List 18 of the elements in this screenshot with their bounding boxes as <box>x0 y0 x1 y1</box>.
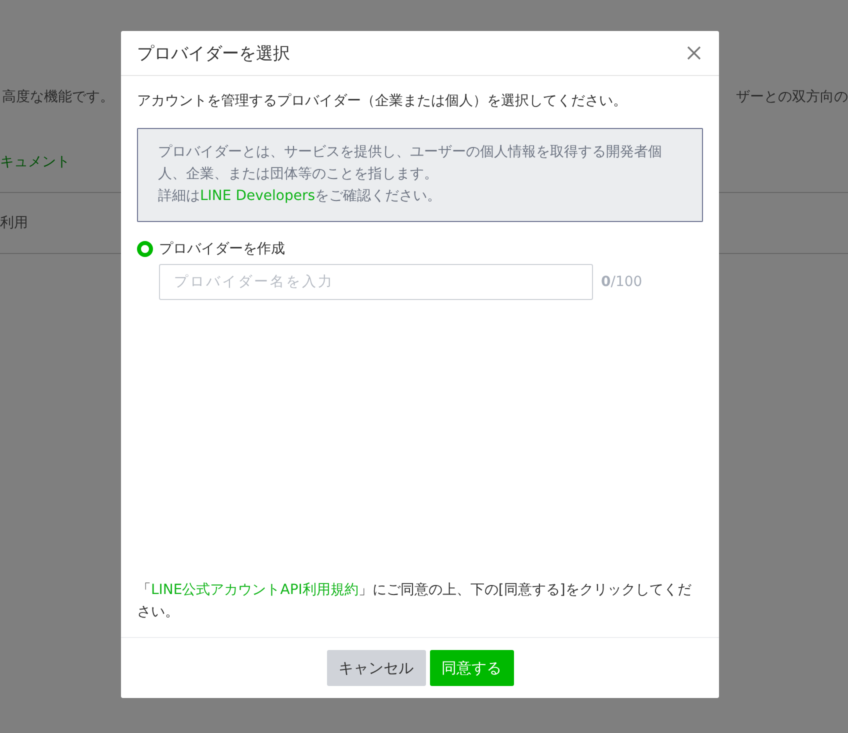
cancel-button[interactable]: キャンセル <box>326 650 426 686</box>
radio-label: プロバイダーを作成 <box>159 240 285 258</box>
info-detail-text: 詳細はLINE Developersをご確認ください。 <box>158 187 442 206</box>
background-link[interactable]: キュメント <box>0 153 70 171</box>
instruction-text: アカウントを管理するプロバイダー（企業または個人）を選択してください。 <box>137 92 628 110</box>
info-text: プロバイダーとは、サービスを提供し、ユーザーの個人情報を取得する開発者個人、企業、または団体等のことを指します。 <box>158 143 663 184</box>
agree-button[interactable]: 同意する <box>430 650 514 686</box>
terms-text: 「LINE公式アカウントAPI利用規約」にご同意の上、下の[同意する]をクリックしてください。 <box>137 581 692 622</box>
terms-link[interactable]: LINE公式アカウントAPI利用規約 <box>151 582 358 598</box>
dialog-title: プロバイダーを選択 <box>137 42 290 64</box>
provider-name-field[interactable]: プロバイダー名を入力 <box>159 264 593 300</box>
character-counter: 0/100 <box>601 274 642 290</box>
background-text: 利用 <box>0 214 28 232</box>
close-icon[interactable] <box>687 46 701 60</box>
radio-button[interactable] <box>137 241 153 257</box>
developers-link[interactable]: LINE Developers <box>200 188 315 204</box>
background-text: ザーとの双方向の <box>736 88 848 107</box>
background-text: 高度な機能です。 <box>2 88 114 107</box>
